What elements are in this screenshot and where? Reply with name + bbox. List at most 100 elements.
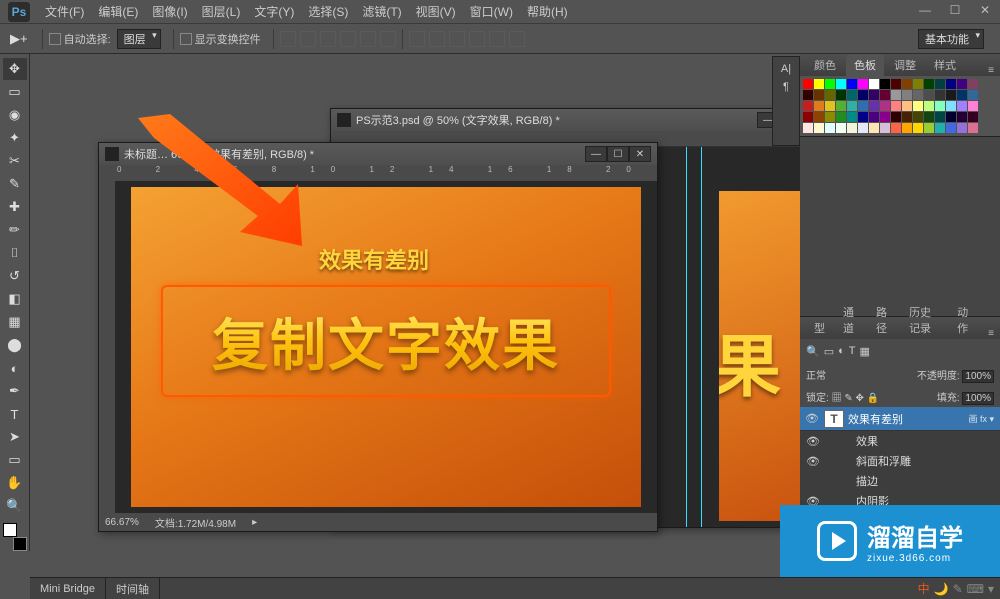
- swatch[interactable]: [836, 79, 846, 89]
- ime-icon[interactable]: 🌙: [934, 582, 949, 596]
- tab-swatches[interactable]: 色板: [846, 54, 884, 76]
- swatch[interactable]: [869, 112, 879, 122]
- ime-icon[interactable]: 中: [918, 580, 930, 597]
- panel-menu-icon[interactable]: ≡: [982, 328, 1000, 339]
- eyedropper-tool[interactable]: ✎: [3, 173, 27, 195]
- effect-stroke[interactable]: 描边: [800, 471, 1000, 491]
- close-button[interactable]: ✕: [970, 0, 1000, 20]
- doc-maximize-button[interactable]: ☐: [607, 146, 629, 162]
- swatch[interactable]: [935, 123, 945, 133]
- stamp-tool[interactable]: ⌷: [3, 242, 27, 264]
- swatch[interactable]: [913, 112, 923, 122]
- doc-front-titlebar[interactable]: 未标题… 66.7% (效果有差别, RGB/8) * ― ☐ ✕: [99, 143, 657, 165]
- swatch[interactable]: [880, 90, 890, 100]
- swatch[interactable]: [902, 90, 912, 100]
- swatch[interactable]: [946, 79, 956, 89]
- swatch[interactable]: [913, 123, 923, 133]
- swatch[interactable]: [836, 112, 846, 122]
- swatch[interactable]: [814, 90, 824, 100]
- tab-paths[interactable]: 路径: [868, 301, 899, 339]
- lasso-tool[interactable]: ◉: [3, 104, 27, 126]
- menu-image[interactable]: 图像(I): [145, 3, 194, 20]
- swatch[interactable]: [869, 123, 879, 133]
- swatch[interactable]: [891, 79, 901, 89]
- tab-layers[interactable]: 型: [806, 317, 833, 339]
- canvas[interactable]: 效果有差别 复制文字效果: [131, 187, 641, 507]
- tab-styles[interactable]: 样式: [926, 54, 964, 76]
- swatch[interactable]: [891, 90, 901, 100]
- swatch[interactable]: [880, 79, 890, 89]
- swatch[interactable]: [847, 101, 857, 111]
- layer-name[interactable]: 效果有差别: [848, 411, 903, 427]
- small-text-layer[interactable]: 效果有差别: [319, 243, 429, 275]
- swatch[interactable]: [880, 112, 890, 122]
- swatch[interactable]: [858, 101, 868, 111]
- swatch[interactable]: [880, 123, 890, 133]
- visibility-icon[interactable]: 👁: [804, 412, 820, 425]
- swatch[interactable]: [968, 101, 978, 111]
- status-arrow-icon[interactable]: ▸: [252, 517, 257, 528]
- swatch[interactable]: [869, 101, 879, 111]
- swatch[interactable]: [902, 79, 912, 89]
- marquee-tool[interactable]: ▭: [3, 81, 27, 103]
- swatch[interactable]: [913, 90, 923, 100]
- blend-mode-dropdown[interactable]: 正常: [806, 367, 826, 382]
- doc-size[interactable]: 文档:1.72M/4.98M: [155, 515, 236, 530]
- gradient-tool[interactable]: ▦: [3, 311, 27, 333]
- swatch[interactable]: [825, 112, 835, 122]
- ime-icon[interactable]: ⌨: [967, 582, 984, 596]
- swatch[interactable]: [858, 79, 868, 89]
- distribute-icon[interactable]: [489, 31, 505, 47]
- guide-line[interactable]: [686, 147, 687, 527]
- eraser-tool[interactable]: ◧: [3, 288, 27, 310]
- ime-icon[interactable]: ▾: [988, 582, 994, 596]
- menu-edit[interactable]: 编辑(E): [91, 3, 145, 20]
- pen-tool[interactable]: ✒: [3, 380, 27, 402]
- swatch[interactable]: [957, 79, 967, 89]
- swatch[interactable]: [836, 123, 846, 133]
- zoom-tool[interactable]: 🔍: [3, 495, 27, 517]
- tab-mini-bridge[interactable]: Mini Bridge: [30, 578, 106, 599]
- swatch[interactable]: [957, 123, 967, 133]
- align-icon[interactable]: [320, 31, 336, 47]
- menu-window[interactable]: 窗口(W): [463, 3, 520, 20]
- blur-tool[interactable]: ⬤: [3, 334, 27, 356]
- effect-bevel[interactable]: 👁斜面和浮雕: [800, 451, 1000, 471]
- distribute-icon[interactable]: [449, 31, 465, 47]
- shape-tool[interactable]: ▭: [3, 449, 27, 471]
- swatch[interactable]: [946, 112, 956, 122]
- guide-line[interactable]: [701, 147, 702, 527]
- align-icon[interactable]: [280, 31, 296, 47]
- align-icon[interactable]: [360, 31, 376, 47]
- foreground-color[interactable]: [3, 523, 17, 537]
- doc-minimize-button[interactable]: ―: [585, 146, 607, 162]
- dodge-tool[interactable]: ◐: [3, 357, 27, 379]
- swatch[interactable]: [968, 123, 978, 133]
- swatch[interactable]: [924, 101, 934, 111]
- swatch[interactable]: [902, 101, 912, 111]
- menu-filter[interactable]: 滤镜(T): [355, 3, 408, 20]
- swatch[interactable]: [814, 79, 824, 89]
- swatch[interactable]: [803, 101, 813, 111]
- tab-adjustments[interactable]: 调整: [886, 54, 924, 76]
- collapsed-panel-strip[interactable]: A| ¶: [772, 56, 800, 146]
- swatch[interactable]: [913, 79, 923, 89]
- swatch[interactable]: [891, 112, 901, 122]
- effects-heading[interactable]: 👁 效果: [800, 431, 1000, 451]
- distribute-icon[interactable]: [409, 31, 425, 47]
- distribute-icon[interactable]: [509, 31, 525, 47]
- maximize-button[interactable]: ☐: [940, 0, 970, 20]
- show-transform-checkbox[interactable]: [180, 33, 192, 45]
- swatch[interactable]: [803, 112, 813, 122]
- move-tool[interactable]: ✥: [3, 58, 27, 80]
- swatch[interactable]: [924, 79, 934, 89]
- tab-color[interactable]: 颜色: [806, 54, 844, 76]
- visibility-icon[interactable]: 👁: [806, 455, 820, 468]
- tab-channels[interactable]: 通道: [835, 301, 866, 339]
- para-panel-icon[interactable]: ¶: [783, 81, 789, 93]
- history-brush-tool[interactable]: ↺: [3, 265, 27, 287]
- swatch[interactable]: [935, 101, 945, 111]
- swatch[interactable]: [902, 123, 912, 133]
- tab-timeline[interactable]: 时间轴: [106, 578, 160, 599]
- swatch[interactable]: [825, 123, 835, 133]
